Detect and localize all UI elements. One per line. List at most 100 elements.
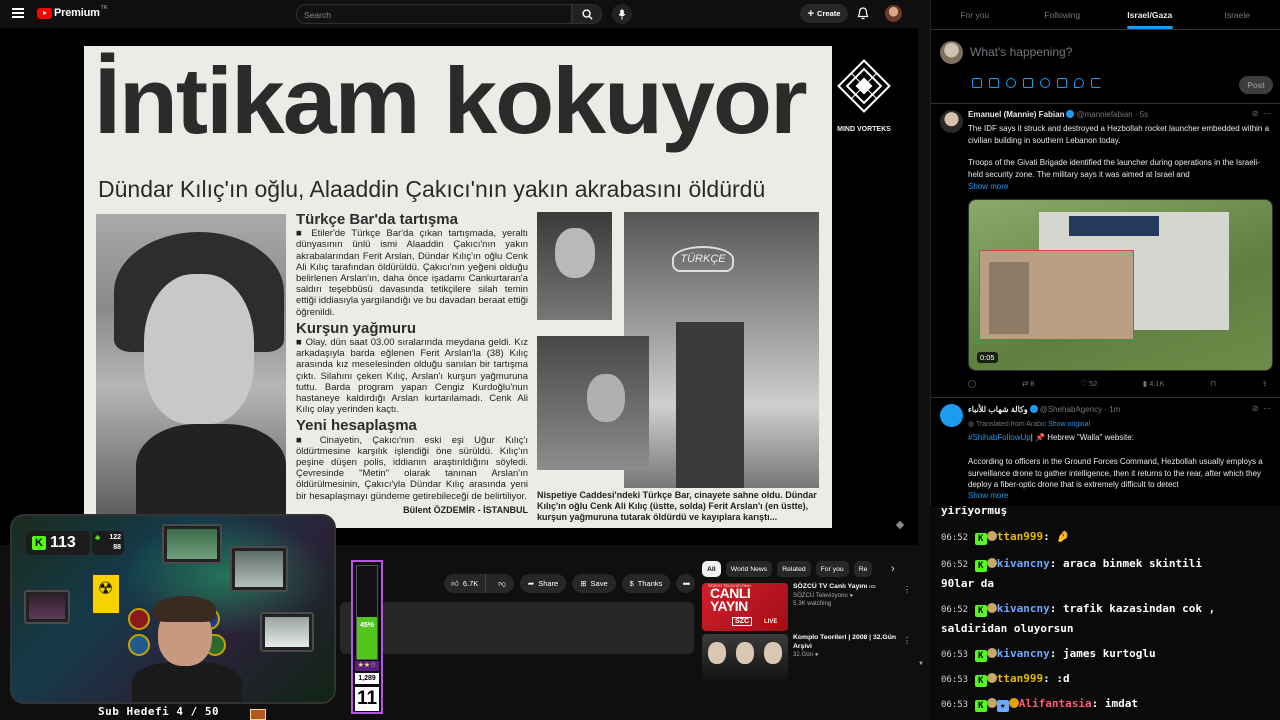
flag-icon[interactable] — [1091, 78, 1101, 88]
more-actions-button[interactable]: ••• — [676, 574, 696, 593]
author-name[interactable]: Emanuel (Mannie) Fabian — [968, 110, 1064, 119]
chat-continuation: saldiridan oluyorsun — [941, 622, 1074, 635]
tab-israel-gaza[interactable]: Israel/Gaza — [1106, 0, 1194, 29]
chip-world-news[interactable]: World News — [725, 561, 773, 577]
kebab-menu-icon[interactable]: ⋮ — [903, 636, 911, 645]
chat-message: 06:52 Kkivancny: araca binmek skintili — [941, 557, 1203, 572]
user-badge-icon — [986, 603, 997, 613]
tweet-video[interactable]: 0:05 — [968, 199, 1273, 371]
chat-message: 06:52 Kkivancny: trafik kazasindan cok , — [941, 602, 1216, 617]
chat-text: trafik kazasindan cok , — [1062, 602, 1216, 615]
chat-username[interactable]: ttan999 — [997, 672, 1043, 685]
chat-username[interactable]: kivancny — [997, 647, 1050, 660]
reply-icon[interactable]: ◯ — [968, 379, 976, 388]
verified-icon: ● — [814, 651, 819, 658]
chip-all[interactable]: All — [702, 561, 721, 577]
description-box[interactable] — [340, 602, 694, 654]
show-more-link[interactable]: Show more — [968, 490, 1273, 502]
chat-text: james kurtoglu — [1062, 647, 1156, 660]
recommended-video[interactable]: SÖZCÜ TELEVİZYONU CANLI YAYIN SZC LIVE S… — [702, 583, 912, 631]
post-button[interactable]: Post — [1239, 76, 1273, 94]
user-avatar[interactable] — [940, 41, 963, 64]
kick-badge-icon: K — [974, 560, 987, 572]
voice-search-button[interactable] — [612, 4, 632, 24]
verified-icon — [1066, 110, 1075, 118]
emoji-icon[interactable] — [1040, 78, 1050, 88]
tab-israele[interactable]: Israele — [1194, 0, 1280, 29]
scroll-down-arrow-icon[interactable]: ▼ — [918, 661, 924, 667]
like-dislike-group: 👍︎ 6.7K 👎︎ — [444, 574, 514, 593]
chat-username[interactable]: ttan999 — [997, 530, 1043, 543]
video-title: SÖZCÜ TV Canlı Yayını — [793, 583, 868, 590]
like-button[interactable]: 👍︎ 6.7K — [444, 574, 487, 593]
search-button[interactable] — [572, 4, 602, 24]
save-button[interactable]: ⊞ Save — [572, 574, 616, 593]
thanks-button[interactable]: $ Thanks — [621, 574, 671, 593]
author-handle[interactable]: @manniefabian · 5s — [1076, 110, 1148, 119]
image-icon[interactable] — [972, 78, 982, 88]
author-handle[interactable]: @ShehabAgency · 1m — [1040, 405, 1121, 414]
chat-username[interactable]: Alifantasia — [1019, 697, 1092, 710]
like-button[interactable]: ♡ 52 — [1080, 379, 1097, 388]
tweet[interactable]: Emanuel (Mannie) Fabian @manniefabian · 5… — [931, 104, 1280, 400]
views-button[interactable]: ▮ 4.1K — [1143, 379, 1165, 388]
recommended-video[interactable]: Komplo Teorileri | 2008 | 32.Gün Arşivi … — [702, 634, 912, 682]
chip-recent[interactable]: Re — [853, 561, 873, 577]
compose-input[interactable]: What's happening? — [970, 45, 1072, 59]
grok-icon[interactable]: ⊘ — [1252, 404, 1259, 413]
more-options-icon[interactable]: ⋯ — [1263, 109, 1271, 118]
chat-text: imdat — [1104, 697, 1138, 710]
gif-icon[interactable] — [989, 78, 999, 88]
bookmark-icon[interactable]: ⊓ — [1210, 379, 1216, 388]
kebab-menu-icon[interactable]: ⋮ — [903, 585, 911, 594]
notifications-bell-icon[interactable] — [857, 7, 869, 20]
chip-related[interactable]: Related — [777, 561, 811, 577]
sub-goal-label: Sub Hedefi 4 / 50 — [98, 705, 220, 718]
author-avatar[interactable] — [940, 110, 963, 133]
kick-viewer-count: 113 — [50, 534, 76, 551]
chat-username[interactable]: kivancny — [997, 602, 1050, 615]
user-badge-icon — [986, 673, 997, 683]
hashtag-link[interactable]: #ShihabFollowUp — [968, 433, 1031, 442]
youtube-logo[interactable]: Premium TR — [37, 5, 107, 19]
tweet-text-head: #ShihabFollowUp| 📌 Hebrew "Walla" websit… — [968, 433, 1134, 442]
tweet-header: وكالة شهاب للأنباء @ShehabAgency · 1m — [968, 405, 1120, 414]
show-more-link[interactable]: Show more — [968, 181, 1273, 193]
grok-icon[interactable]: ⊘ — [1252, 109, 1259, 118]
bookmark-icon: ⊞ — [580, 579, 587, 588]
youtube-topbar: Premium TR Search + Create — [0, 0, 928, 28]
tab-following[interactable]: Following — [1019, 0, 1107, 29]
create-button[interactable]: + Create — [800, 4, 848, 23]
author-name[interactable]: وكالة شهاب للأنباء — [968, 405, 1028, 414]
tab-for-you[interactable]: For you — [931, 0, 1019, 29]
watermark-label: MIND VORTEKS — [837, 126, 891, 133]
location-icon[interactable] — [1074, 78, 1084, 88]
photo-caption: Nispetiye Caddesi'ndeki Türkçe Bar, cina… — [537, 490, 817, 522]
search-input[interactable]: Search — [296, 4, 572, 24]
chip-for-you[interactable]: For you — [815, 561, 849, 577]
kick-stats: ♣ 122 88 — [92, 531, 124, 555]
schedule-icon[interactable] — [1057, 78, 1067, 88]
share-button[interactable]: ➦ Share — [519, 574, 567, 593]
share-icon[interactable]: ⇪ — [1262, 379, 1268, 388]
show-original-link[interactable]: Show original — [1048, 421, 1090, 428]
grok-icon[interactable] — [1006, 78, 1016, 88]
tweet[interactable]: وكالة شهاب للأنباء @ShehabAgency · 1m ⊘ ⋯… — [931, 398, 1280, 506]
hamburger-menu-icon[interactable] — [12, 8, 24, 18]
x-timeline: For you Following Israel/Gaza Israele Wh… — [930, 0, 1280, 506]
dislike-button[interactable]: 👎︎ — [490, 574, 514, 593]
sub-goal-badge — [250, 709, 266, 720]
account-avatar[interactable] — [885, 5, 902, 22]
chat-message: 06:52 Kttan999: 🤌 — [941, 530, 1071, 545]
chat-username[interactable]: kivancny — [997, 557, 1050, 570]
author-avatar[interactable] — [940, 404, 963, 427]
chevron-right-icon[interactable]: › — [891, 563, 895, 575]
globe-icon: ◍ — [968, 421, 975, 428]
retweet-button[interactable]: ⇄ 8 — [1022, 379, 1035, 388]
poll-icon[interactable] — [1023, 78, 1033, 88]
stat-b: 88 — [113, 544, 121, 551]
video-title: Komplo Teorileri | 2008 | 32.Gün Arşivi — [793, 634, 897, 650]
chat-text: araca binmek skintili — [1062, 557, 1203, 570]
more-options-icon[interactable]: ⋯ — [1263, 404, 1271, 413]
man-portrait-photo — [537, 212, 612, 320]
